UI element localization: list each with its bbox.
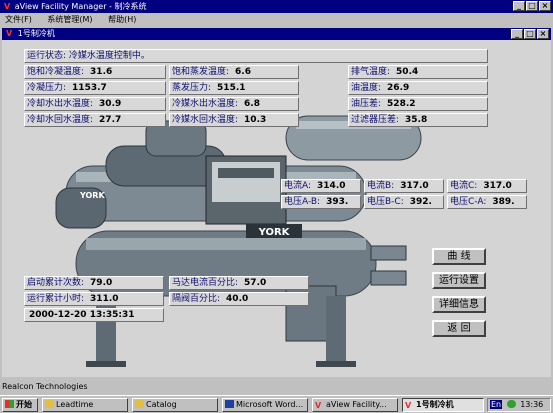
- folder-icon: [135, 400, 144, 408]
- oil-press-diff-field: 油压差: 528.2: [348, 97, 488, 111]
- taskbar-item-aview[interactable]: VaView Facility...: [312, 398, 398, 412]
- sat-evap-temp-field: 饱和蒸发温度: 6.6: [169, 65, 299, 79]
- folder-icon: [45, 400, 54, 408]
- network-icon[interactable]: [506, 400, 516, 408]
- menu-bar: 文件(F) 系统管理(M) 帮助(H): [0, 13, 553, 26]
- cond-press-field: 冷凝压力: 1153.7: [24, 81, 166, 95]
- taskbar-item-leadtime[interactable]: Leadtime: [42, 398, 128, 412]
- oil-temp-field: 油温度: 26.9: [348, 81, 488, 95]
- filter-press-diff-field: 过滤器压差: 35.8: [348, 113, 488, 127]
- aview-logo-icon: V: [405, 401, 412, 410]
- cw-out-temp-field: 冷却水出水温度: 30.9: [24, 97, 166, 111]
- child-maximize-button[interactable]: □: [524, 29, 536, 39]
- run-hours-field: 运行累计小时: 311.0: [24, 292, 164, 306]
- aview-logo-icon: V: [4, 2, 11, 11]
- start-count-field: 启动累计次数: 79.0: [24, 276, 164, 290]
- york-logo: YORK: [258, 227, 291, 238]
- sat-cond-temp-field: 饱和冷凝温度: 31.6: [24, 65, 166, 79]
- system-tray: En 13:36: [487, 398, 551, 412]
- close-button[interactable]: ×: [539, 1, 551, 11]
- current-b-field: 电流B: 317.0: [364, 179, 444, 193]
- curve-button[interactable]: 曲 线: [432, 248, 486, 265]
- york-logo-small: YORK: [79, 191, 105, 200]
- taskbar-item-chiller1[interactable]: V 1号制冷机: [402, 398, 484, 412]
- taskbar-item-word[interactable]: Microsoft Word...: [222, 398, 308, 412]
- minimize-button[interactable]: _: [513, 1, 525, 11]
- cw-return-temp-field: 冷却水回水温度: 27.7: [24, 113, 166, 127]
- exhaust-temp-field: 排气温度: 50.4: [348, 65, 488, 79]
- child-title-bar: V 1号制冷机 _ □ ×: [2, 28, 551, 40]
- maximize-button[interactable]: □: [526, 1, 538, 11]
- start-button[interactable]: 开始: [2, 398, 38, 412]
- back-button[interactable]: 返 回: [432, 320, 486, 337]
- child-minimize-button[interactable]: _: [511, 29, 523, 39]
- status-bar: Realcon Technologies: [0, 380, 553, 393]
- voltage-ab-field: 电压A-B: 393.: [281, 195, 361, 209]
- chiller-panel: YORK YORK 运行状态: 冷媒水温度控制中。 饱和冷凝温度: 31.6 饱和…: [2, 40, 551, 377]
- taskbar-item-catalog[interactable]: Catalog: [132, 398, 218, 412]
- voltage-ca-field: 电压C-A: 389.: [447, 195, 527, 209]
- run-status: 运行状态: 冷媒水温度控制中。: [24, 49, 488, 63]
- app-title: aView Facility Manager - 制冷系统: [14, 2, 147, 11]
- datetime-field: 2000-12-20 13:35:31: [24, 308, 164, 322]
- aview-logo-icon: V: [315, 401, 322, 410]
- clock: 13:36: [520, 400, 544, 409]
- language-indicator[interactable]: En: [490, 400, 503, 409]
- vane-pct-field: 隔阀百分比: 40.0: [169, 292, 309, 306]
- chw-return-temp-field: 冷媒水回水温度: 10.3: [169, 113, 299, 127]
- word-icon: [225, 400, 234, 408]
- taskbar: 开始 Leadtime Catalog Microsoft Word... Va…: [0, 395, 553, 413]
- voltage-bc-field: 电压B-C: 392.: [364, 195, 444, 209]
- chw-out-temp-field: 冷媒水出水温度: 6.8: [169, 97, 299, 111]
- menu-file[interactable]: 文件(F): [5, 15, 32, 24]
- evap-press-field: 蒸发压力: 515.1: [169, 81, 299, 95]
- current-a-field: 电流A: 314.0: [281, 179, 361, 193]
- current-c-field: 电流C: 317.0: [447, 179, 527, 193]
- details-button[interactable]: 详细信息: [432, 296, 486, 313]
- menu-help[interactable]: 帮助(H): [108, 15, 136, 24]
- app-title-bar: V aView Facility Manager - 制冷系统 _ □ ×: [0, 0, 553, 13]
- menu-system[interactable]: 系统管理(M): [47, 15, 92, 24]
- aview-logo-icon: V: [6, 29, 13, 38]
- child-close-button[interactable]: ×: [537, 29, 549, 39]
- run-settings-button[interactable]: 运行设置: [432, 272, 486, 289]
- child-title: 1号制冷机: [17, 29, 55, 38]
- motor-current-pct-field: 马达电流百分比: 57.0: [169, 276, 309, 290]
- windows-logo-icon: [5, 400, 14, 408]
- status-text: Realcon Technologies: [2, 382, 88, 391]
